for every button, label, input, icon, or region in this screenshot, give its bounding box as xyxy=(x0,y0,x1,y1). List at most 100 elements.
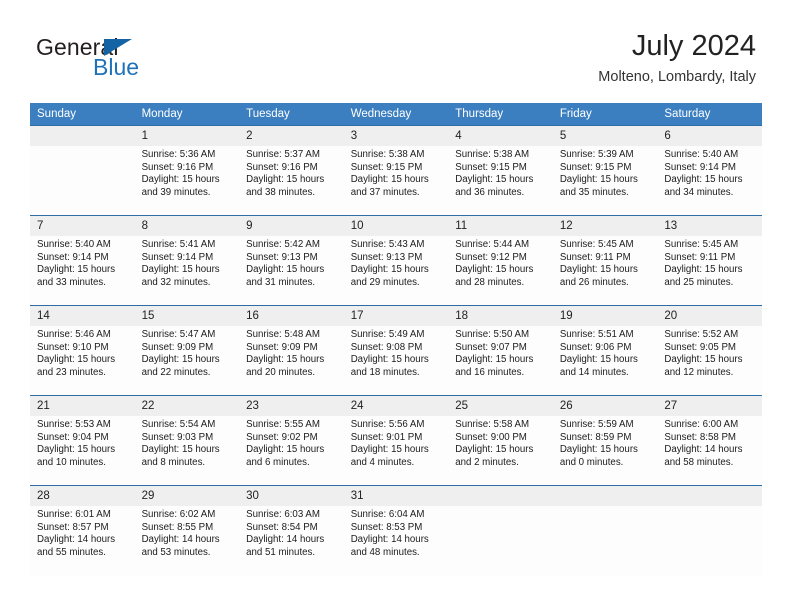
calendar-page: General Blue July 2024 Molteno, Lombardy… xyxy=(0,0,792,612)
daylight-text-line1: Daylight: 15 hours xyxy=(350,174,429,186)
sunset-text: Sunset: 9:11 PM xyxy=(559,251,631,263)
calendar-day-cell[interactable]: 16 Sunrise: 5:48 AM Sunset: 9:09 PM Dayligh… xyxy=(239,305,344,396)
sunrise-text: Sunrise: 5:39 AM xyxy=(559,149,634,160)
sunset-text: Sunset: 9:04 PM xyxy=(37,431,109,443)
sunset-text: Sunset: 9:07 PM xyxy=(455,341,527,353)
sunrise-text: Sunrise: 5:37 AM xyxy=(246,149,320,160)
daylight-text-line2: and 22 minutes. xyxy=(141,366,211,378)
sunset-text: Sunset: 9:14 PM xyxy=(141,251,214,263)
daylight-text-line2: and 18 minutes. xyxy=(350,366,420,378)
daylight-text-line2: and 36 minutes. xyxy=(455,186,525,198)
calendar-day-cell[interactable]: 7 Sunrise: 5:40 AM Sunset: 9:14 PM Daylight… xyxy=(30,215,135,306)
day-number: 12 xyxy=(552,216,658,236)
calendar-day-cell[interactable]: 6 Sunrise: 5:40 AM Sunset: 9:14 PM Daylight… xyxy=(657,125,762,216)
calendar-day-cell[interactable]: 26 Sunrise: 5:59 AM Sunset: 8:59 PM Dayligh… xyxy=(552,395,658,486)
day-number: 19 xyxy=(552,306,658,326)
day-number: 11 xyxy=(448,216,553,236)
sunrise-text: Sunrise: 5:36 AM xyxy=(141,149,216,160)
calendar-week-row: 21 Sunrise: 5:53 AM Sunset: 9:04 PM Dayligh… xyxy=(30,395,762,486)
day-sun-info: Sunrise: 5:50 AM Sunset: 9:07 PM Daylight:… xyxy=(448,326,553,379)
calendar-header-row: Sunday Monday Tuesday Wednesday Thursday… xyxy=(30,103,762,126)
calendar-day-cell[interactable]: 23 Sunrise: 5:55 AM Sunset: 9:02 PM Dayligh… xyxy=(239,395,344,486)
calendar-day-cell[interactable]: 14 Sunrise: 5:46 AM Sunset: 9:10 PM Dayligh… xyxy=(30,305,135,396)
day-sun-info: Sunrise: 5:40 AM Sunset: 9:14 PM Daylight:… xyxy=(657,146,762,199)
sunrise-text: Sunrise: 5:40 AM xyxy=(664,149,739,160)
daylight-text-line1: Daylight: 15 hours xyxy=(246,174,325,186)
daylight-text-line1: Daylight: 15 hours xyxy=(664,264,743,276)
day-number: 15 xyxy=(134,306,240,326)
brand-logo[interactable]: General Blue xyxy=(36,34,266,92)
calendar-day-cell[interactable]: 8 Sunrise: 5:41 AM Sunset: 9:14 PM Daylight… xyxy=(134,215,240,306)
day-number: 28 xyxy=(30,486,135,506)
day-sun-info: Sunrise: 6:02 AM Sunset: 8:55 PM Daylight:… xyxy=(135,506,240,559)
page-header: General Blue July 2024 Molteno, Lombardy… xyxy=(36,28,756,96)
day-number: 10 xyxy=(343,216,449,236)
daylight-text-line2: and 38 minutes. xyxy=(246,186,316,198)
daylight-text-line2: and 20 minutes. xyxy=(246,366,316,378)
sunset-text: Sunset: 8:53 PM xyxy=(350,521,423,533)
day-number: 6 xyxy=(657,126,762,146)
weekday-header-thursday: Thursday xyxy=(448,103,553,126)
calendar-day-cell[interactable]: 22 Sunrise: 5:54 AM Sunset: 9:03 PM Dayligh… xyxy=(134,395,240,486)
daylight-text-line1: Daylight: 15 hours xyxy=(559,264,638,276)
calendar-day-cell-empty xyxy=(30,125,135,216)
sunrise-text: Sunrise: 5:51 AM xyxy=(559,329,634,340)
calendar-week-row: 28 Sunrise: 6:01 AM Sunset: 8:57 PM Dayligh… xyxy=(30,485,762,576)
day-number: 8 xyxy=(134,216,240,236)
day-number xyxy=(552,486,658,506)
calendar-day-cell[interactable]: 29 Sunrise: 6:02 AM Sunset: 8:55 PM Dayligh… xyxy=(134,485,240,576)
calendar-day-cell[interactable]: 19 Sunrise: 5:51 AM Sunset: 9:06 PM Dayligh… xyxy=(552,305,658,396)
calendar-day-cell[interactable]: 1 Sunrise: 5:36 AM Sunset: 9:16 PM Daylight… xyxy=(134,125,240,216)
calendar-day-cell[interactable]: 5 Sunrise: 5:39 AM Sunset: 9:15 PM Daylight… xyxy=(552,125,658,216)
daylight-text-line1: Daylight: 15 hours xyxy=(559,174,638,186)
calendar-day-cell[interactable]: 18 Sunrise: 5:50 AM Sunset: 9:07 PM Dayligh… xyxy=(448,305,553,396)
day-sun-info: Sunrise: 5:45 AM Sunset: 9:11 PM Daylight:… xyxy=(657,236,762,289)
day-sun-info: Sunrise: 5:56 AM Sunset: 9:01 PM Daylight:… xyxy=(344,416,449,469)
location-subtitle: Molteno, Lombardy, Italy xyxy=(598,69,756,85)
daylight-text-line2: and 10 minutes. xyxy=(37,456,106,468)
calendar-day-cell[interactable]: 31 Sunrise: 6:04 AM Sunset: 8:53 PM Dayligh… xyxy=(343,485,449,576)
day-sun-info: Sunrise: 5:43 AM Sunset: 9:13 PM Daylight:… xyxy=(344,236,449,289)
day-sun-info: Sunrise: 5:59 AM Sunset: 8:59 PM Daylight:… xyxy=(553,416,658,469)
day-sun-info: Sunrise: 5:38 AM Sunset: 9:15 PM Daylight:… xyxy=(448,146,553,199)
day-sun-info: Sunrise: 5:54 AM Sunset: 9:03 PM Daylight:… xyxy=(135,416,240,469)
calendar-day-cell[interactable]: 11 Sunrise: 5:44 AM Sunset: 9:12 PM Dayligh… xyxy=(448,215,553,306)
day-number: 23 xyxy=(239,396,344,416)
sunrise-text: Sunrise: 6:00 AM xyxy=(664,419,739,430)
calendar-day-cell[interactable]: 9 Sunrise: 5:42 AM Sunset: 9:13 PM Daylight… xyxy=(239,215,344,306)
sunrise-text: Sunrise: 5:42 AM xyxy=(246,239,320,250)
day-number: 3 xyxy=(343,126,449,146)
calendar-day-cell[interactable]: 28 Sunrise: 6:01 AM Sunset: 8:57 PM Dayligh… xyxy=(30,485,135,576)
calendar-day-cell[interactable]: 3 Sunrise: 5:38 AM Sunset: 9:15 PM Daylight… xyxy=(343,125,449,216)
day-number: 25 xyxy=(448,396,553,416)
day-number: 9 xyxy=(239,216,344,236)
calendar-day-cell[interactable]: 27 Sunrise: 6:00 AM Sunset: 8:58 PM Dayligh… xyxy=(657,395,762,486)
calendar-day-cell[interactable]: 30 Sunrise: 6:03 AM Sunset: 8:54 PM Dayligh… xyxy=(239,485,344,576)
calendar-body: 1 Sunrise: 5:36 AM Sunset: 9:16 PM Daylight… xyxy=(30,125,762,576)
day-number: 17 xyxy=(343,306,449,326)
calendar-day-cell[interactable]: 17 Sunrise: 5:49 AM Sunset: 9:08 PM Dayligh… xyxy=(343,305,449,396)
day-sun-info: Sunrise: 5:58 AM Sunset: 9:00 PM Daylight:… xyxy=(448,416,553,469)
sunrise-text: Sunrise: 5:53 AM xyxy=(37,419,111,430)
daylight-text-line1: Daylight: 15 hours xyxy=(141,354,220,366)
day-sun-info: Sunrise: 5:44 AM Sunset: 9:12 PM Daylight:… xyxy=(448,236,553,289)
calendar-day-cell[interactable]: 10 Sunrise: 5:43 AM Sunset: 9:13 PM Dayligh… xyxy=(343,215,449,306)
calendar-day-cell[interactable]: 2 Sunrise: 5:37 AM Sunset: 9:16 PM Daylight… xyxy=(239,125,344,216)
daylight-text-line1: Daylight: 15 hours xyxy=(559,444,638,456)
calendar-day-cell[interactable]: 13 Sunrise: 5:45 AM Sunset: 9:11 PM Dayligh… xyxy=(657,215,762,306)
day-number: 2 xyxy=(239,126,344,146)
calendar-day-cell[interactable]: 21 Sunrise: 5:53 AM Sunset: 9:04 PM Dayligh… xyxy=(30,395,135,486)
daylight-text-line1: Daylight: 15 hours xyxy=(455,264,534,276)
calendar-day-cell[interactable]: 4 Sunrise: 5:38 AM Sunset: 9:15 PM Daylight… xyxy=(448,125,553,216)
calendar-day-cell[interactable]: 12 Sunrise: 5:45 AM Sunset: 9:11 PM Dayligh… xyxy=(552,215,658,306)
calendar-day-cell[interactable]: 15 Sunrise: 5:47 AM Sunset: 9:09 PM Dayligh… xyxy=(134,305,240,396)
calendar-day-cell[interactable]: 20 Sunrise: 5:52 AM Sunset: 9:05 PM Dayligh… xyxy=(657,305,762,396)
day-sun-info: Sunrise: 5:41 AM Sunset: 9:14 PM Daylight:… xyxy=(135,236,240,289)
calendar-day-cell[interactable]: 25 Sunrise: 5:58 AM Sunset: 9:00 PM Dayligh… xyxy=(448,395,553,486)
sunrise-text: Sunrise: 5:47 AM xyxy=(141,329,216,340)
sunrise-text: Sunrise: 5:43 AM xyxy=(350,239,425,250)
daylight-text-line1: Daylight: 15 hours xyxy=(37,444,116,456)
day-sun-info: Sunrise: 5:53 AM Sunset: 9:04 PM Daylight:… xyxy=(30,416,135,469)
calendar-day-cell[interactable]: 24 Sunrise: 5:56 AM Sunset: 9:01 PM Dayligh… xyxy=(343,395,449,486)
sunset-text: Sunset: 8:55 PM xyxy=(141,521,214,533)
